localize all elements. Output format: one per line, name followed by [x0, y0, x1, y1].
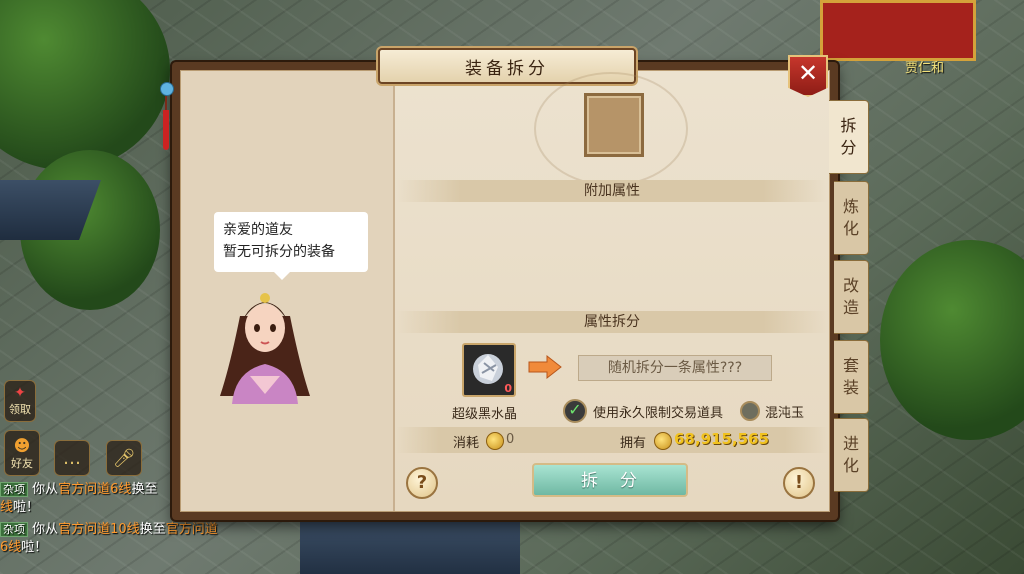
tab-label: 拆分 — [840, 116, 857, 157]
chat-text: 你从 — [32, 482, 59, 497]
arrow-right-icon — [528, 354, 562, 380]
receive-label: 领取 — [9, 403, 31, 416]
split-result-field: 随机拆分一条属性??? — [578, 355, 772, 381]
friends-icon: ☻ — [13, 435, 31, 455]
friends-button[interactable]: ☻ 好友 — [4, 430, 40, 476]
chat-text: 你从 — [32, 522, 59, 537]
tab-evolve[interactable]: 进化 — [834, 418, 869, 492]
close-icon: ✕ — [797, 59, 819, 87]
section-attribute-split: 属性拆分 — [396, 311, 828, 333]
chat-bubble-icon: … — [63, 447, 81, 469]
npc-name-label[interactable]: 贾仁和 — [905, 57, 944, 76]
tassel-ornament — [160, 82, 174, 162]
tree — [880, 240, 1024, 440]
chat-text: 换至 — [139, 522, 166, 537]
gift-icon: ✦ — [14, 385, 26, 401]
use-permanent-checkbox[interactable]: ✓ — [563, 399, 587, 423]
voice-button[interactable]: 🎤︎ — [106, 440, 142, 476]
npc-portrait — [220, 293, 310, 404]
chat-tag: 杂项 — [0, 522, 28, 537]
chat-highlight[interactable]: 官方问道6线 — [58, 482, 131, 497]
chat-highlight[interactable]: 6线 — [0, 540, 21, 555]
chat-text: 啦！ — [21, 540, 48, 555]
item-count: 0 — [504, 382, 512, 395]
tree — [0, 0, 170, 170]
chat-text: 啦！ — [13, 500, 40, 515]
chaos-jade-radio[interactable] — [740, 401, 760, 421]
chat-highlight[interactable]: 线 — [0, 500, 13, 515]
tab-label: 改造 — [842, 276, 859, 317]
cost-label: 消耗 — [453, 436, 480, 451]
tab-refine[interactable]: 炼化 — [834, 181, 869, 255]
help-button[interactable]: ? — [406, 467, 438, 499]
info-button[interactable]: ! — [783, 467, 815, 499]
split-button[interactable]: 拆分 — [532, 463, 688, 497]
chat-text: 换至 — [131, 482, 158, 497]
coin-icon — [486, 432, 504, 450]
owned-value: 68,915,565 — [674, 430, 769, 448]
friends-label: 好友 — [11, 456, 33, 470]
chat-highlight[interactable]: 官方问道10线 — [58, 522, 140, 537]
black-crystal-item[interactable]: 0 — [462, 343, 516, 397]
owned-label: 拥有 — [620, 436, 647, 451]
section-extra-attributes: 附加属性 — [396, 180, 828, 202]
chat-highlight[interactable]: 官方问道 — [166, 522, 218, 537]
question-icon: ? — [416, 472, 428, 493]
chaos-jade-label: 混沌玉 — [765, 406, 805, 421]
coin-icon — [654, 432, 672, 450]
npc-message: 暂无可拆分的装备 — [223, 244, 335, 260]
tab-set[interactable]: 套装 — [834, 340, 869, 414]
tab-label: 炼化 — [842, 197, 859, 238]
material-name: 超级黑水晶 — [452, 407, 518, 422]
red-carpet — [820, 0, 976, 61]
cost-value: 0 — [506, 432, 515, 447]
receive-button[interactable]: ✦ 领取 — [4, 380, 36, 422]
tab-label: 套装 — [842, 356, 859, 397]
chat-tag: 杂项 — [0, 482, 28, 497]
tab-label: 进化 — [842, 434, 859, 475]
checkmark-icon: ✓ — [568, 400, 582, 419]
npc-message: 亲爱的道友 — [223, 222, 293, 238]
microphone-icon: 🎤︎ — [112, 447, 136, 469]
tab-split[interactable]: 拆分 — [829, 100, 869, 174]
building-roof — [300, 520, 520, 574]
tab-modify[interactable]: 改造 — [834, 260, 869, 334]
chat-button[interactable]: … — [54, 440, 90, 476]
equipment-slot[interactable] — [584, 93, 644, 157]
use-permanent-label: 使用永久限制交易道具 — [593, 406, 724, 421]
npc-speech-bubble: 亲爱的道友 暂无可拆分的装备 — [214, 212, 368, 280]
exclamation-icon: ! — [794, 472, 804, 493]
